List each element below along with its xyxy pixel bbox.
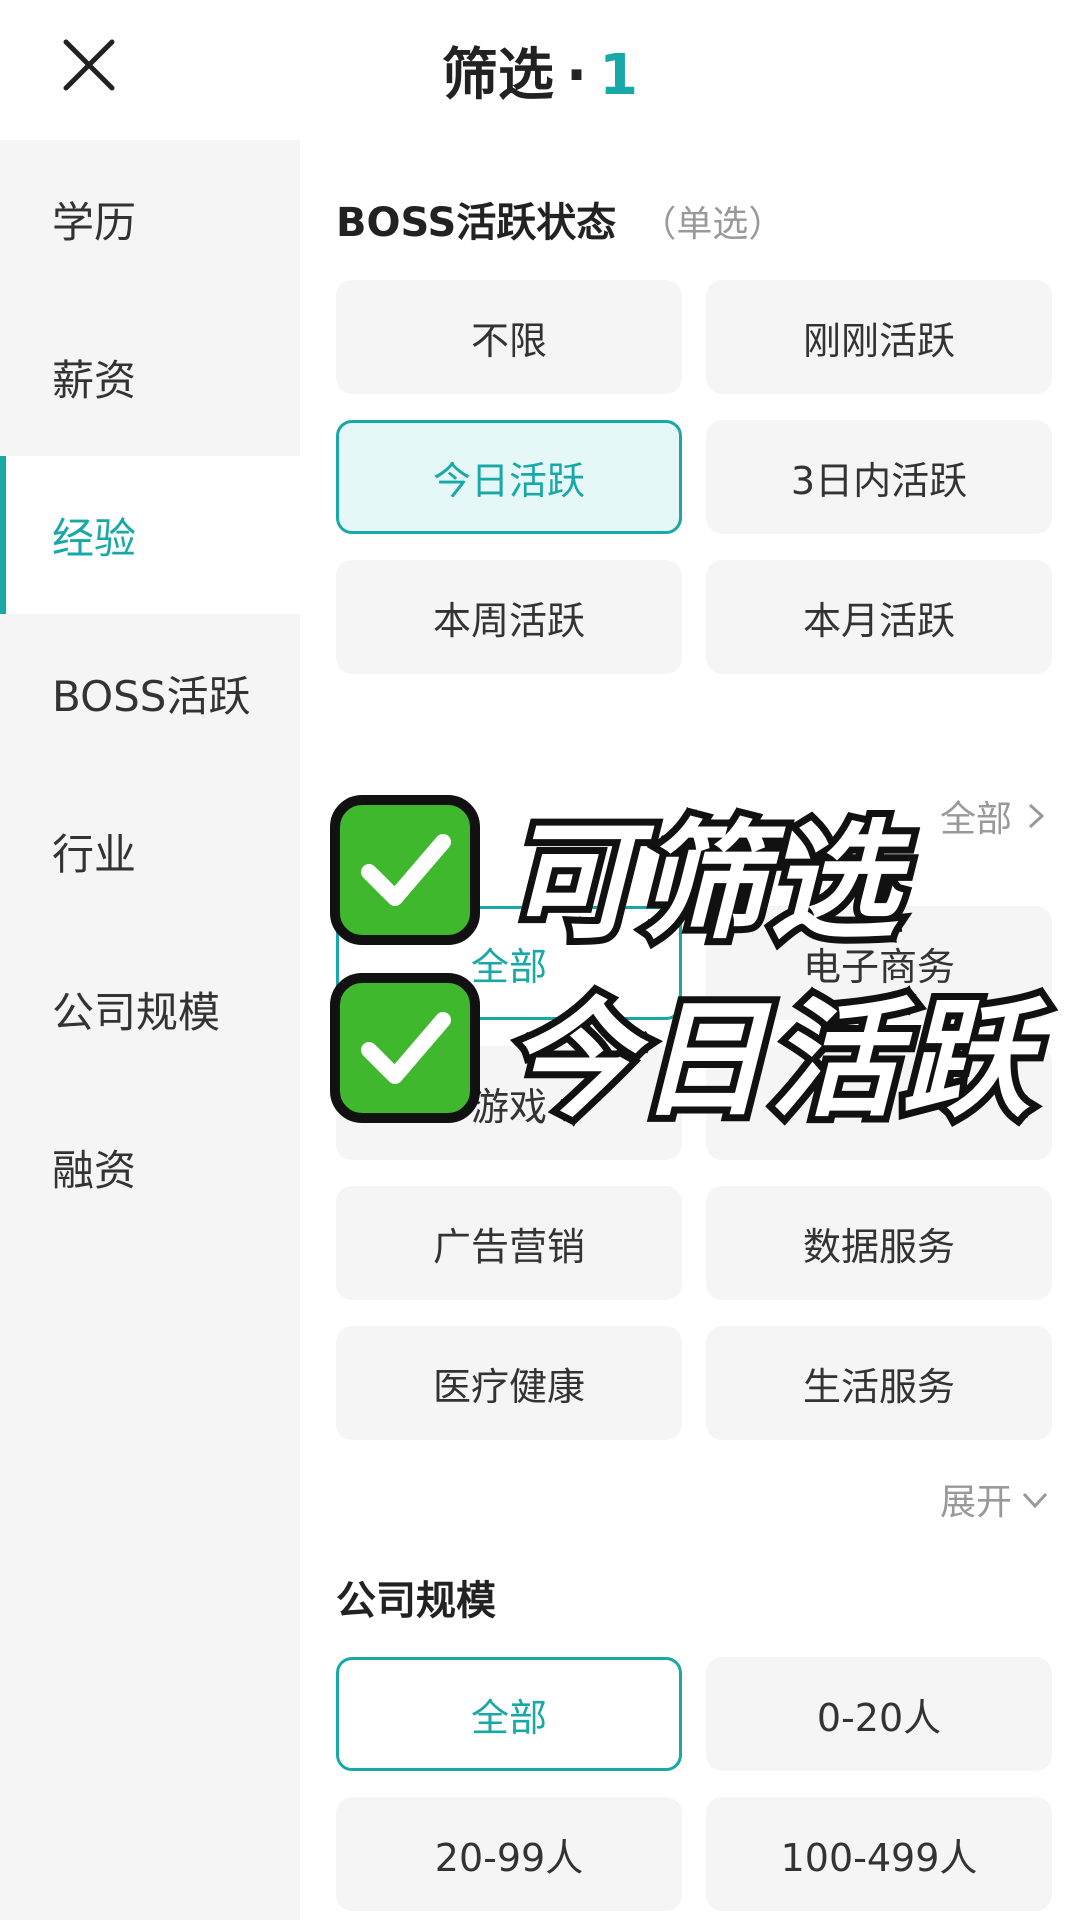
- size-option-0-20[interactable]: 0-20人: [706, 1657, 1052, 1771]
- single-choice-hint: （单选）: [640, 204, 785, 245]
- industry-option-advertising[interactable]: 广告营销: [336, 1186, 682, 1300]
- chevron-right-icon: [1028, 803, 1045, 829]
- page-title: 筛选 · 1: [0, 30, 1080, 111]
- boss-section-title: BOSS活跃状态 （单选）: [336, 190, 784, 248]
- industry-option-all[interactable]: 全部: [336, 906, 682, 1020]
- industry-option-data-service[interactable]: 数据服务: [706, 1186, 1052, 1300]
- industry-all-label: 全部: [939, 799, 1012, 840]
- sidebar-item-label: 公司规模: [52, 987, 221, 1037]
- sidebar-active-bg: [0, 456, 300, 614]
- sidebar-item-salary[interactable]: 薪资: [0, 298, 300, 456]
- filter-panel: BOSS活跃状态 （单选） 不限 刚刚活跃 今日活跃 3日内活跃 本周活跃 本月活…: [300, 140, 1080, 1920]
- sidebar-item-label: BOSS活跃: [52, 671, 251, 721]
- option-week-active[interactable]: 本周活跃: [336, 560, 682, 674]
- chevron-down-icon: [1022, 1492, 1048, 1509]
- filter-count: 1: [599, 43, 639, 108]
- sidebar: 学历 薪资 经验 BOSS活跃 行业 公司规模 融资: [0, 140, 300, 1920]
- option-3day-active[interactable]: 3日内活跃: [706, 420, 1052, 534]
- option-month-active[interactable]: 本月活跃: [706, 560, 1052, 674]
- sidebar-item-industry[interactable]: 行业: [0, 772, 300, 930]
- industry-option-healthcare[interactable]: 医疗健康: [336, 1326, 682, 1440]
- size-option-100-499[interactable]: 100-499人: [706, 1797, 1052, 1911]
- title-dot: ·: [565, 43, 588, 108]
- industry-all-link[interactable]: 全部: [940, 790, 1050, 842]
- title-text: 筛选: [441, 43, 554, 108]
- sidebar-item-company-size[interactable]: 公司规模: [0, 930, 300, 1088]
- option-today-active[interactable]: 今日活跃: [336, 420, 682, 534]
- sidebar-item-label: 融资: [52, 1145, 137, 1195]
- size-option-20-99[interactable]: 20-99人: [336, 1797, 682, 1911]
- sidebar-item-financing[interactable]: 融资: [0, 1088, 300, 1246]
- sidebar-item-education[interactable]: 学历: [0, 140, 300, 298]
- size-section-title: 公司规模: [336, 1578, 496, 1624]
- industry-option-game[interactable]: 游戏: [336, 1046, 682, 1160]
- sidebar-item-boss-active[interactable]: BOSS活跃: [0, 614, 300, 772]
- option-just-active[interactable]: 刚刚活跃: [706, 280, 1052, 394]
- expand-link[interactable]: 展开: [940, 1473, 1050, 1525]
- boss-section-label: BOSS活跃状态: [336, 200, 617, 246]
- industry-option-hidden[interactable]: [706, 1046, 1052, 1160]
- sidebar-item-label: 行业: [52, 829, 137, 879]
- sidebar-active-label: 经验: [52, 513, 137, 563]
- sidebar-item-label: 薪资: [52, 355, 137, 405]
- industry-option-ecommerce[interactable]: 电子商务: [706, 906, 1052, 1020]
- sidebar-active-indicator: [0, 456, 6, 614]
- sidebar-item-label: 学历: [52, 197, 137, 247]
- expand-label: 展开: [939, 1482, 1012, 1523]
- option-any[interactable]: 不限: [336, 280, 682, 394]
- header: 筛选 · 1: [0, 0, 1080, 140]
- industry-option-life-service[interactable]: 生活服务: [706, 1326, 1052, 1440]
- size-option-all[interactable]: 全部: [336, 1657, 682, 1771]
